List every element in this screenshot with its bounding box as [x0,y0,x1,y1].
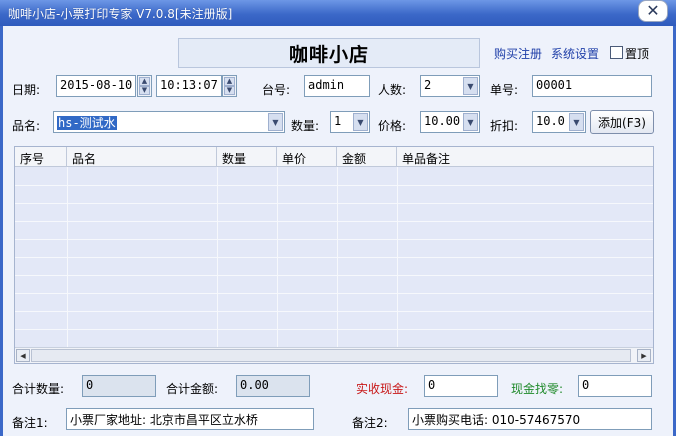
ticket-no-input[interactable]: 00001 [532,75,652,97]
column-header-quantity[interactable]: 数量 [217,147,277,167]
window-title: 咖啡小店-小票打印专家 V7.0.8[未注册版] [8,7,233,21]
date-spinner[interactable]: ▲ ▼ [137,75,152,97]
date-label: 日期: [12,83,41,97]
scroll-right-icon[interactable]: ▶ [637,349,651,362]
item-name-value: hs-测试水 [57,116,117,130]
chevron-down-icon[interactable]: ▼ [353,113,368,131]
quantity-label: 数量: [291,119,320,133]
table-input[interactable]: admin [304,75,370,97]
table-label: 台号: [262,83,291,97]
spin-down-icon[interactable]: ▼ [139,86,150,95]
people-label: 人数: [378,83,407,97]
window-frame-left [0,26,3,436]
scrollbar-thumb[interactable] [31,349,631,362]
cash-received-label: 实收现金: [356,382,409,396]
item-name-select[interactable]: hs-测试水 [53,111,285,133]
buy-register-link[interactable]: 购买注册 [494,45,542,62]
total-amount-value: 0.00 [236,375,310,397]
table-row-line [15,293,653,294]
title-bar[interactable]: 咖啡小店-小票打印专家 V7.0.8[未注册版] ✕ [0,0,676,26]
system-settings-link[interactable]: 系统设置 [551,45,599,62]
close-icon: ✕ [646,1,660,20]
spin-down-icon[interactable]: ▼ [224,86,235,95]
table-column-line [277,167,278,347]
column-header-unit-price[interactable]: 单价 [277,147,337,167]
pin-on-top-checkbox[interactable] [610,46,623,59]
table-row-line [15,221,653,222]
total-qty-label: 合计数量: [12,382,65,396]
cash-change-input[interactable]: 0 [578,375,652,397]
total-amount-label: 合计金额: [166,382,219,396]
chevron-down-icon[interactable]: ▼ [463,77,478,95]
item-name-label: 品名: [12,119,41,133]
column-header-item-note[interactable]: 单品备注 [397,147,653,167]
pin-on-top-label: 置顶 [625,47,650,61]
app-window: 咖啡小店-小票打印专家 V7.0.8[未注册版] ✕ 咖啡小店 购买注册 系统设… [0,0,676,436]
order-items-table[interactable]: 序号 品名 数量 单价 金额 单品备注 ◀ ▶ [14,146,654,364]
note1-label: 备注1: [12,416,48,430]
table-column-line [67,167,68,347]
close-button[interactable]: ✕ [638,0,668,22]
price-label: 价格: [378,119,407,133]
chevron-down-icon[interactable]: ▼ [569,113,584,131]
spin-up-icon[interactable]: ▲ [139,77,150,86]
spin-up-icon[interactable]: ▲ [224,77,235,86]
table-row-line [15,311,653,312]
table-column-line [217,167,218,347]
cash-received-input[interactable]: 0 [424,375,498,397]
time-spinner[interactable]: ▲ ▼ [222,75,237,97]
table-header: 序号 品名 数量 单价 金额 单品备注 [15,147,653,167]
table-column-line [337,167,338,347]
note2-label: 备注2: [352,416,388,430]
chevron-down-icon[interactable]: ▼ [268,113,283,131]
table-column-line [397,167,398,347]
column-header-amount[interactable]: 金额 [337,147,397,167]
table-row-line [15,329,653,330]
chevron-down-icon[interactable]: ▼ [463,113,478,131]
cash-change-label: 现金找零: [511,382,564,396]
date-input[interactable]: 2015-08-10 [56,75,136,97]
table-row-line [15,275,653,276]
note2-input[interactable]: 小票购买电话: 010-57467570 [408,408,652,430]
table-row-line [15,185,653,186]
table-row-line [15,203,653,204]
discount-label: 折扣: [490,119,519,133]
scroll-left-icon[interactable]: ◀ [16,349,30,362]
table-row-line [15,239,653,240]
horizontal-scrollbar[interactable]: ◀ ▶ [15,347,653,363]
note1-input[interactable]: 小票厂家地址: 北京市昌平区立水桥 [66,408,314,430]
column-header-index[interactable]: 序号 [15,147,67,167]
ticket-no-label: 单号: [490,83,519,97]
add-item-button[interactable]: 添加(F3) [590,110,654,134]
shop-name: 咖啡小店 [178,38,480,68]
table-row-line [15,257,653,258]
column-header-item[interactable]: 品名 [67,147,217,167]
total-qty-value: 0 [82,375,156,397]
time-input[interactable]: 10:13:07 [156,75,222,97]
